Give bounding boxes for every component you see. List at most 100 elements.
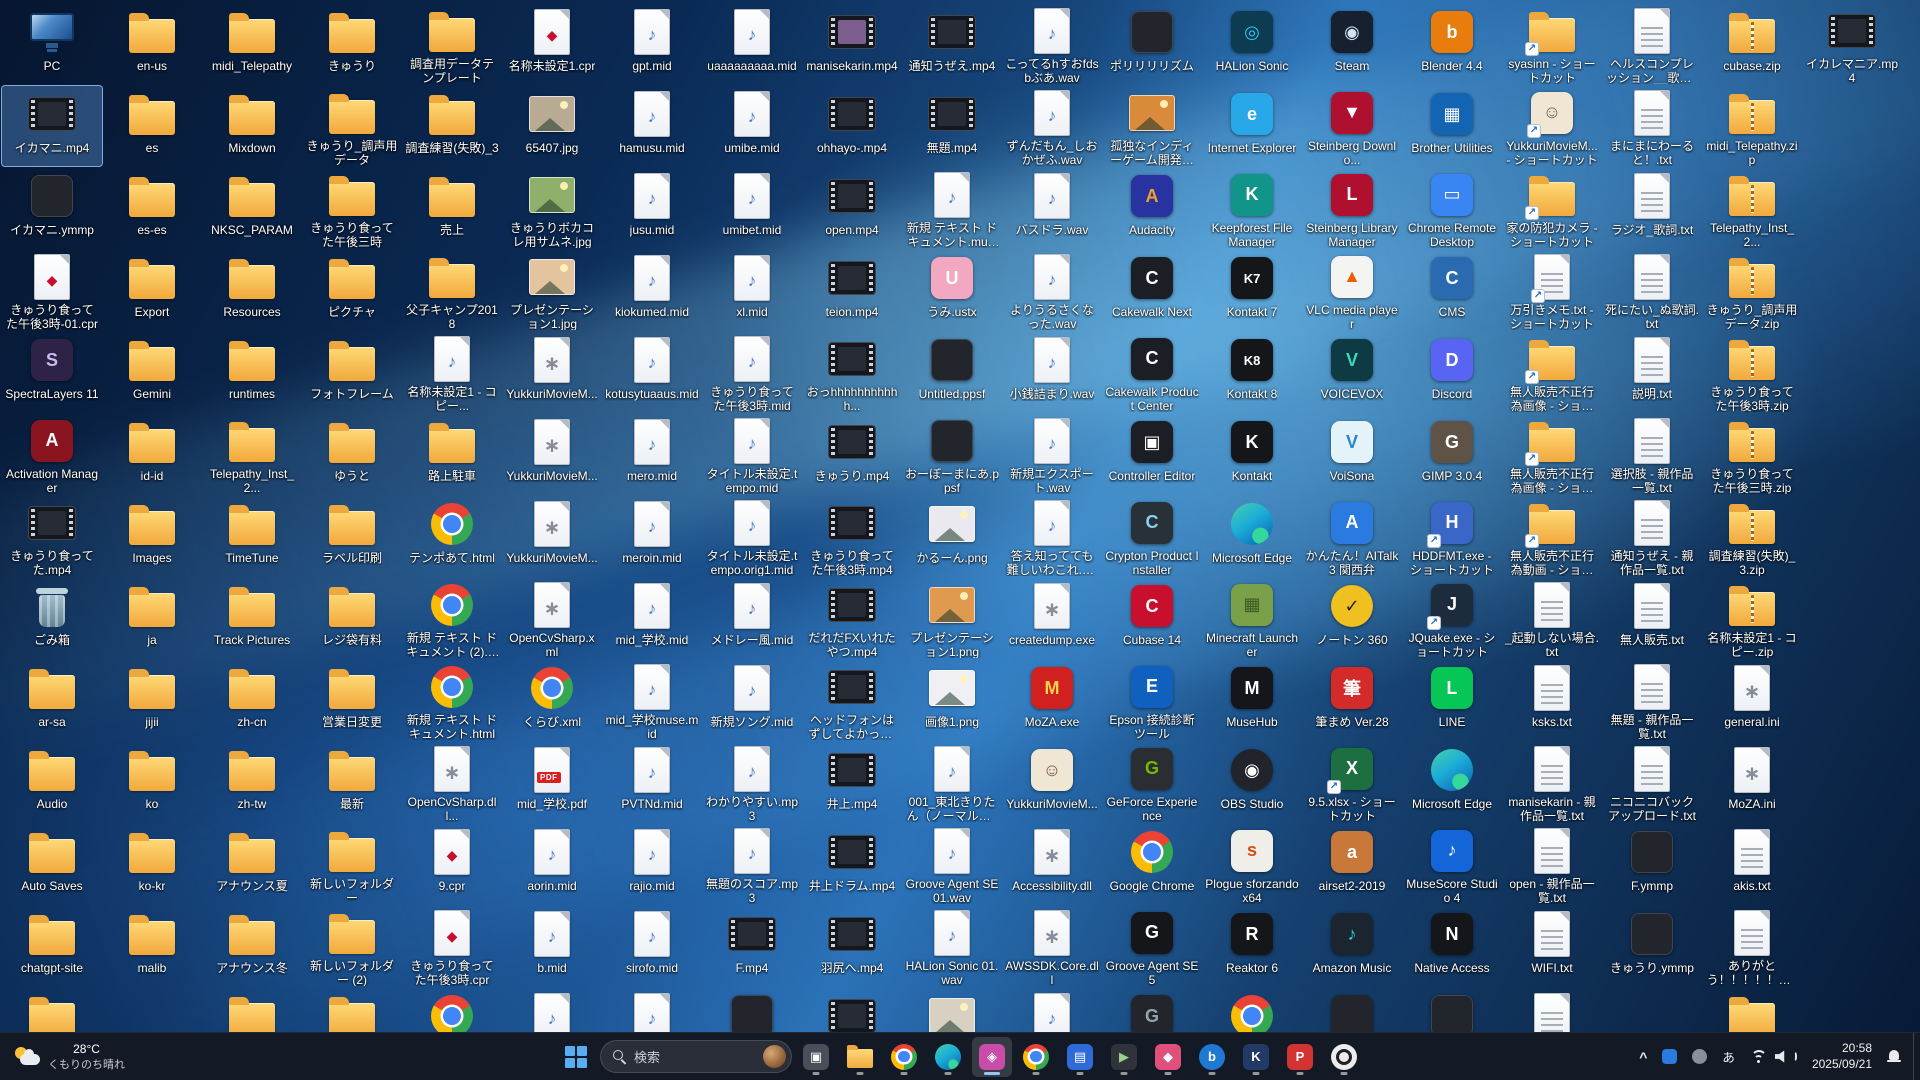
desktop-icon[interactable]: CCrypton Product Installer bbox=[1102, 496, 1202, 576]
desktop-icon[interactable]: VVOICEVOX bbox=[1302, 332, 1402, 412]
desktop-icon[interactable]: 調査練習(失敗)_3.zip bbox=[1702, 496, 1802, 576]
desktop-icon[interactable]: H↗HDDFMT.exe - ショートカット bbox=[1402, 496, 1502, 576]
desktop-icon[interactable]: ♪001_東北きりたん（ノーマル）_今じゃ... bbox=[902, 742, 1002, 822]
desktop-icon[interactable]: G bbox=[1102, 988, 1202, 1032]
desktop-icon[interactable]: ♪Groove Agent SE 01.wav bbox=[902, 824, 1002, 904]
desktop-icon[interactable]: ♪ bbox=[602, 988, 702, 1032]
desktop-icon[interactable]: ありがとう！！！！！！.txt bbox=[1702, 906, 1802, 986]
desktop-icon[interactable]: ↗無人販売不正行為画像 - ショートカット bbox=[1502, 414, 1602, 494]
desktop-icon[interactable]: ∗OpenCvSharp.dll... bbox=[402, 742, 502, 822]
desktop-icon[interactable]: きゅうりボカコレ用サムネ.jpg bbox=[502, 168, 602, 248]
desktop-icon[interactable]: ♪kotusytuaaus.mid bbox=[602, 332, 702, 412]
desktop-icon[interactable]: midi_Telepathy bbox=[202, 4, 302, 84]
desktop-icon[interactable]: midi_Telepathy.zip bbox=[1702, 86, 1802, 166]
desktop-icon[interactable]: ♪タイトル未設定.tempo.orig1.mid bbox=[702, 496, 802, 576]
desktop-icon[interactable]: ja bbox=[102, 578, 202, 658]
desktop-icon[interactable]: 新規 テキスト ドキュメント (2).html bbox=[402, 578, 502, 658]
desktop-icon[interactable]: 営業日変更 bbox=[302, 660, 402, 740]
tray-overflow-button[interactable]: ^ bbox=[1632, 1037, 1654, 1077]
desktop-icon[interactable]: ko bbox=[102, 742, 202, 822]
ime-indicator[interactable]: あ bbox=[1715, 1037, 1742, 1077]
taskbar-app-chatgpt[interactable] bbox=[1324, 1037, 1364, 1077]
desktop-icon[interactable]: F.ymmp bbox=[1602, 824, 1702, 904]
desktop-icon[interactable]: おっhhhhhhhhhhh... bbox=[802, 332, 902, 412]
desktop-icon[interactable]: chatgpt-site bbox=[2, 906, 102, 986]
desktop-icon[interactable]: GGeForce Experience bbox=[1102, 742, 1202, 822]
desktop-icon[interactable]: きゅうり食ってた.mp4 bbox=[2, 496, 102, 576]
desktop-icon[interactable]: ヘッドフォンはずしてよかった.mp4 bbox=[802, 660, 902, 740]
desktop-icon[interactable]: きゅうり食ってた午後三時 bbox=[302, 168, 402, 248]
desktop-icon[interactable]: en-us bbox=[102, 4, 202, 84]
desktop-icon[interactable]: Telepathy_Inst_2... bbox=[202, 414, 302, 494]
desktop-icon[interactable]: ∗YukkuriMovieM... bbox=[502, 496, 602, 576]
desktop-icon[interactable]: eInternet Explorer bbox=[1202, 86, 1302, 166]
desktop-icon[interactable]: jijii bbox=[102, 660, 202, 740]
desktop-icon[interactable]: ohhayo-.mp4 bbox=[802, 86, 902, 166]
desktop-icon[interactable]: Google Chrome bbox=[1102, 824, 1202, 904]
desktop-icon[interactable]: ♪新規エクスポート.wav bbox=[1002, 414, 1102, 494]
desktop-icon[interactable] bbox=[302, 988, 402, 1032]
desktop-icon[interactable]: ♪わかりやすい.mp3 bbox=[702, 742, 802, 822]
desktop-icon[interactable]: きゅうり bbox=[302, 4, 402, 84]
desktop-icon[interactable]: イカマニ.mp4 bbox=[2, 86, 102, 166]
desktop-icon[interactable]: RReaktor 6 bbox=[1202, 906, 1302, 986]
desktop-icon[interactable]: AAudacity bbox=[1102, 168, 1202, 248]
desktop-icon[interactable]: CCakewalk Product Center bbox=[1102, 332, 1202, 412]
desktop-icon[interactable]: ◆9.cpr bbox=[402, 824, 502, 904]
desktop-icon[interactable] bbox=[2, 988, 102, 1032]
desktop-icon[interactable]: VVoiSona bbox=[1302, 414, 1402, 494]
desktop-icon[interactable]: くらび.xml bbox=[502, 660, 602, 740]
desktop-icon[interactable]: Telepathy_Inst_2... bbox=[1702, 168, 1802, 248]
desktop-icon[interactable]: アナウンス冬 bbox=[202, 906, 302, 986]
taskbar-app-blue-circle-app[interactable]: b bbox=[1192, 1037, 1232, 1077]
desktop-icon[interactable]: ♪バスドラ.wav bbox=[1002, 168, 1102, 248]
desktop-icon[interactable]: CCakewalk Next bbox=[1102, 250, 1202, 330]
desktop-icon[interactable]: ♪よりうるさくなった.wav bbox=[1002, 250, 1102, 330]
desktop-icon[interactable]: AActivation Manager bbox=[2, 414, 102, 494]
desktop-icon[interactable]: _起動しない場合.txt bbox=[1502, 578, 1602, 658]
show-desktop-button[interactable] bbox=[1913, 1033, 1918, 1080]
desktop-icon[interactable]: K7Kontakt 7 bbox=[1202, 250, 1302, 330]
taskbar-app-pink-media-app[interactable]: ◈ bbox=[972, 1037, 1012, 1077]
desktop-icon[interactable]: 死にたい_ぬ歌詞.txt bbox=[1602, 250, 1702, 330]
desktop-icon[interactable]: ▣Controller Editor bbox=[1102, 414, 1202, 494]
desktop-icon[interactable]: ♪mero.mid bbox=[602, 414, 702, 494]
desktop-icon[interactable]: LLINE bbox=[1402, 660, 1502, 740]
desktop-icon[interactable]: おーぼーまにあ.ppsf bbox=[902, 414, 1002, 494]
desktop-icon[interactable]: 無題.mp4 bbox=[902, 86, 1002, 166]
desktop-icon[interactable]: ♪mid_学校muse.mid bbox=[602, 660, 702, 740]
desktop-icon[interactable]: ヘルスコンプレッション__歌詞.txt bbox=[1602, 4, 1702, 84]
desktop-icon[interactable]: ∗MoZA.ini bbox=[1702, 742, 1802, 822]
desktop-icon[interactable]: 筆筆まめ Ver.28 bbox=[1302, 660, 1402, 740]
notification-bell-button[interactable] bbox=[1880, 1037, 1908, 1077]
desktop-icon[interactable]: ♪mid_学校.mid bbox=[602, 578, 702, 658]
clock[interactable]: 20:58 2025/09/21 bbox=[1805, 1037, 1879, 1077]
desktop-icon[interactable]: だれだFXいれたやつ.mp4 bbox=[802, 578, 902, 658]
desktop-icon[interactable] bbox=[1302, 988, 1402, 1032]
desktop-icon[interactable]: es-es bbox=[102, 168, 202, 248]
desktop-icon[interactable]: ♪xl.mid bbox=[702, 250, 802, 330]
desktop-icon[interactable]: ♪MuseScore Studio 4 bbox=[1402, 824, 1502, 904]
desktop-icon[interactable]: open.mp4 bbox=[802, 168, 902, 248]
desktop-icon[interactable]: ∗YukkuriMovieM... bbox=[502, 414, 602, 494]
taskbar-app-blue-document-app[interactable]: ▤ bbox=[1060, 1037, 1100, 1077]
desktop-icon[interactable]: きゅうり食ってた午後3時.mp4 bbox=[802, 496, 902, 576]
desktop-icon[interactable]: LSteinberg Library Manager bbox=[1302, 168, 1402, 248]
desktop-icon[interactable]: ♪umibe.mid bbox=[702, 86, 802, 166]
desktop-icon[interactable]: レジ袋有料 bbox=[302, 578, 402, 658]
desktop-icon[interactable]: 無題 - 親作品一覧.txt bbox=[1602, 660, 1702, 740]
desktop-icon[interactable]: きゅうり_調声用データ bbox=[302, 86, 402, 166]
desktop-icon[interactable]: ♪Amazon Music bbox=[1302, 906, 1402, 986]
desktop-icon[interactable] bbox=[802, 988, 902, 1032]
desktop-icon[interactable]: ♪小銭詰まり.wav bbox=[1002, 332, 1102, 412]
taskbar-app-dark-terminal-app[interactable]: ▶ bbox=[1104, 1037, 1144, 1077]
desktop-icon[interactable]: ラジオ_歌詞.txt bbox=[1602, 168, 1702, 248]
desktop-icon[interactable]: きゅうり食ってた午後3時.zip bbox=[1702, 332, 1802, 412]
taskbar-app-microsoft-edge[interactable] bbox=[928, 1037, 968, 1077]
desktop-icon[interactable]: プレゼンテーション1.png bbox=[902, 578, 1002, 658]
desktop[interactable]: PCen-usmidi_Telepathyきゅうり調査用データテンプレート◆名称… bbox=[0, 0, 1920, 1032]
desktop-icon[interactable]: CCubase 14 bbox=[1102, 578, 1202, 658]
desktop-icon[interactable]: KKeepforest File Manager bbox=[1202, 168, 1302, 248]
desktop-icon[interactable] bbox=[702, 988, 802, 1032]
desktop-icon[interactable]: Untitled.ppsf bbox=[902, 332, 1002, 412]
